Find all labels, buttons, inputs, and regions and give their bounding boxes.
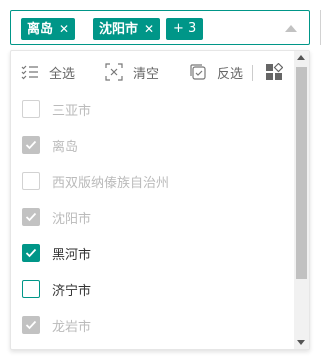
toolbar-divider [252,65,253,81]
check-icon [25,320,37,330]
option-item: 三亚市 [11,91,294,127]
clear-icon [105,63,123,81]
select-all-label: 全选 [49,66,76,82]
option-checkbox [22,316,40,334]
option-checkbox [22,100,40,118]
invert-label: 反选 [217,66,244,82]
option-checkbox [22,136,40,154]
option-item: 沈阳市 [11,199,294,235]
tag-close-icon[interactable]: ✕ [59,22,69,36]
invert-icon [189,63,207,81]
check-icon [25,212,37,222]
option-item[interactable]: 黑河市 [11,235,294,271]
option-item: 离岛 [11,127,294,163]
check-icon [25,140,37,150]
scrollbar[interactable] [294,51,309,349]
selected-tag: 沈阳市 ✕ [93,18,161,40]
more-tags-badge[interactable]: + 3 [166,18,204,40]
grid-icon[interactable] [265,63,283,81]
list-check-icon [21,63,39,81]
option-label: 沈阳市 [52,211,92,227]
option-label: 济宁市 [52,283,92,299]
option-item: 西双版纳傣族自治州 [11,163,294,199]
tag-close-icon[interactable]: ✕ [144,22,154,36]
option-label: 三亚市 [52,103,92,119]
option-label: 黑河市 [52,247,92,263]
option-label: 西双版纳傣族自治州 [52,175,170,191]
option-checkbox [22,208,40,226]
option-item: 龙岩市 [11,307,294,343]
option-checkbox[interactable] [22,280,40,298]
clear-label: 清空 [133,66,160,82]
selected-tag: 离岛 ✕ [21,18,76,40]
tag-label: 离岛 [27,22,54,37]
scrollbar-thumb[interactable] [296,67,307,279]
option-label: 龙岩市 [52,319,92,335]
invert-button[interactable]: 反选 [189,63,244,82]
tag-label: 沈阳市 [99,22,139,37]
scroll-up-arrow-icon[interactable] [297,55,305,60]
select-all-button[interactable]: 全选 [21,63,76,82]
option-checkbox[interactable] [22,244,40,262]
option-checkbox [22,172,40,190]
option-item[interactable]: 济宁市 [11,271,294,307]
check-icon [25,248,37,258]
clear-button[interactable]: 清空 [105,63,160,82]
option-label: 离岛 [52,139,79,155]
dropdown-panel: 全选 清空 反选 三亚市 离岛 西双版纳傣族自治州 沈阳市 黑河市 济宁市 龙岩… [10,50,310,350]
multi-select-input[interactable]: 离岛 ✕ 沈阳市 ✕ + 3 [10,10,310,45]
dropdown-toolbar: 全选 清空 反选 [11,51,294,93]
caret-up-icon[interactable] [285,25,297,32]
scroll-down-arrow-icon[interactable] [297,340,305,345]
